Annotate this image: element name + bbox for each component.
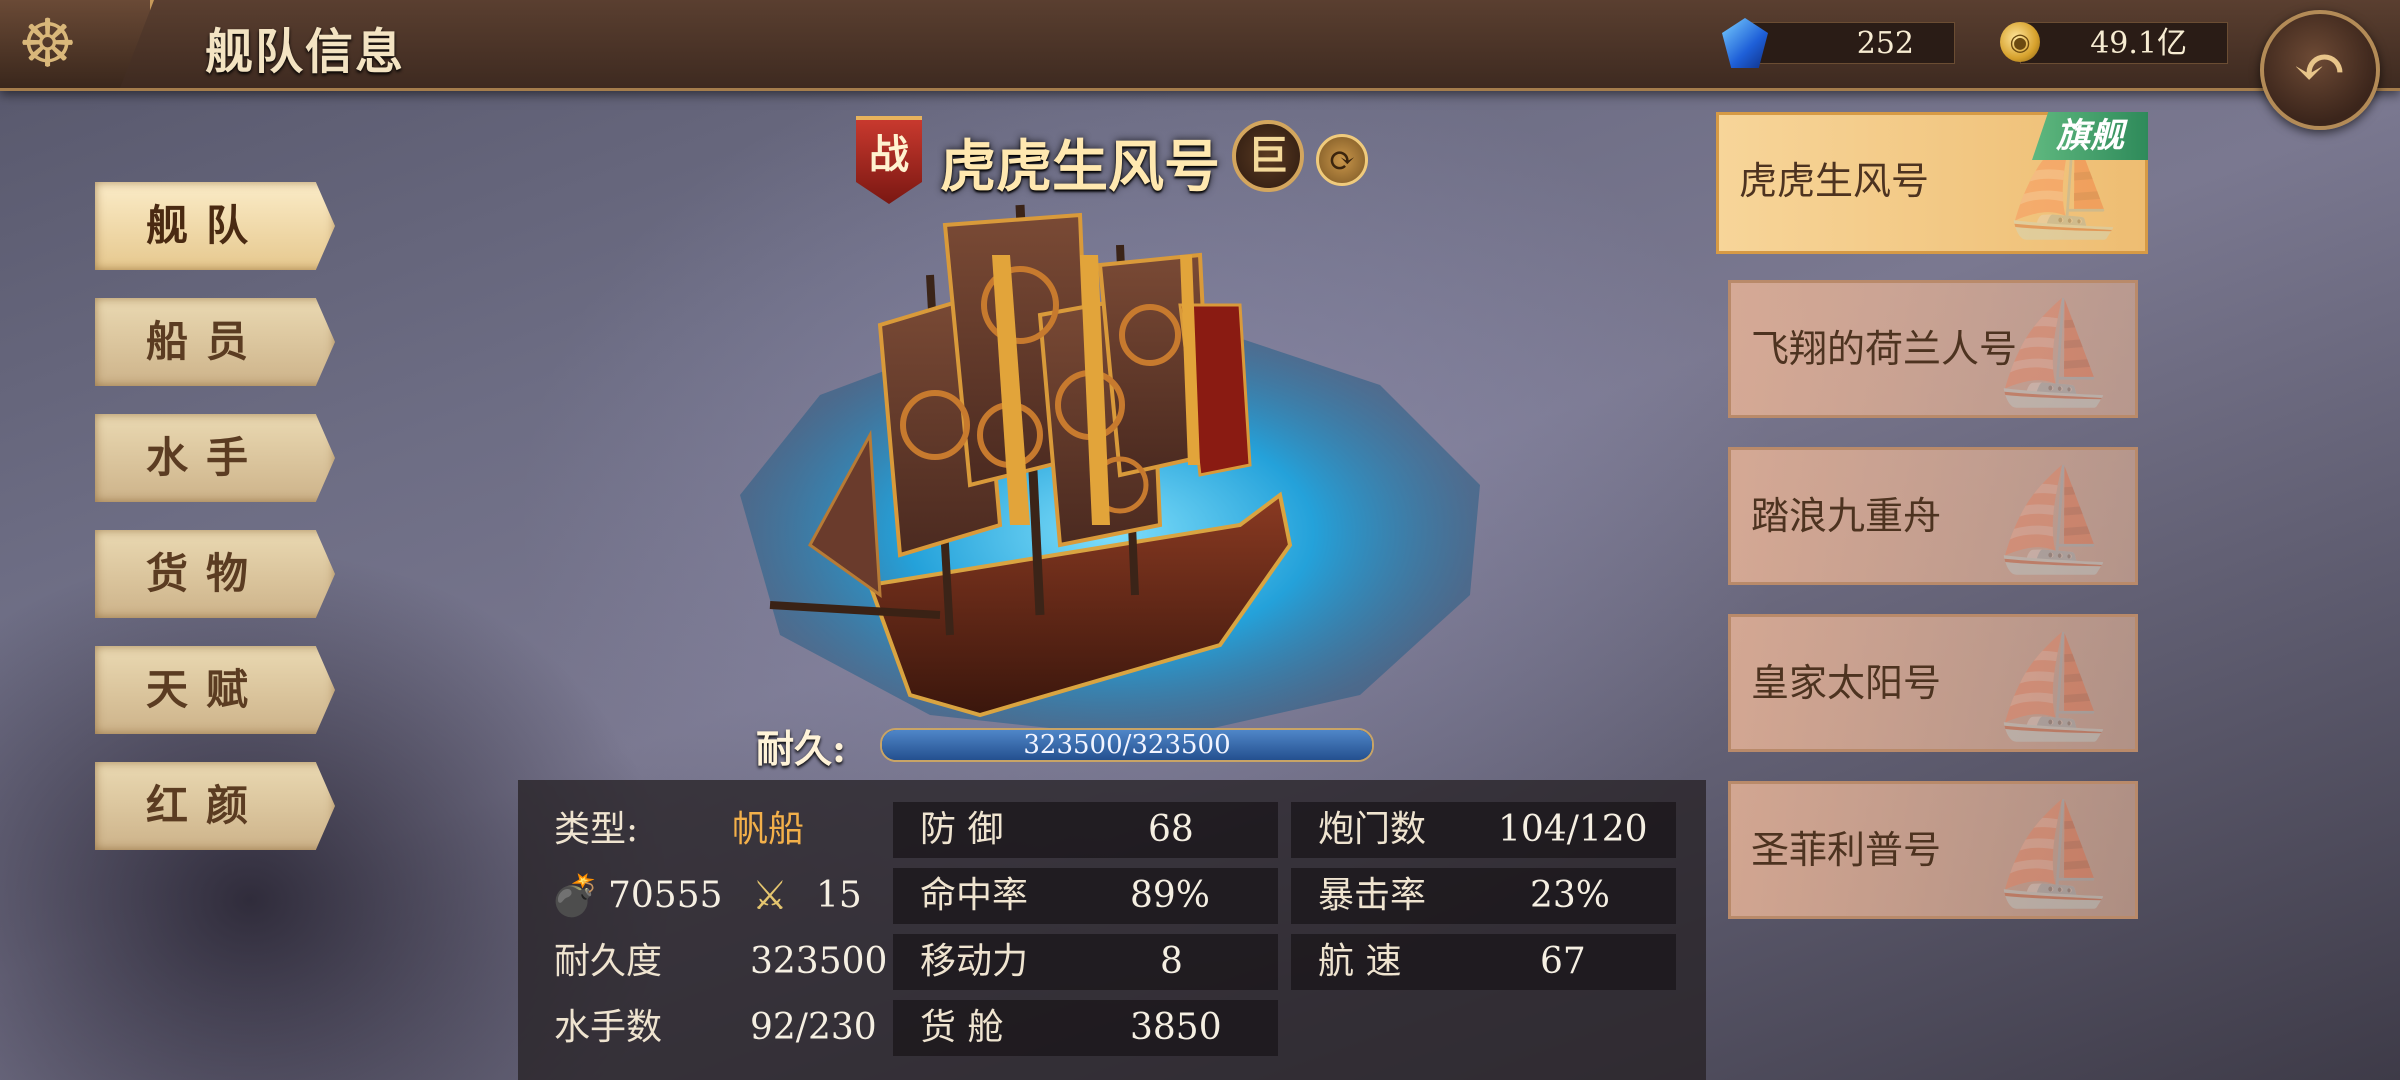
cargo-label: 货 舱 xyxy=(920,1007,1004,1048)
fleet-ship-name: 虎虎生风号 xyxy=(1739,159,1930,203)
flagship-tag: 旗舰 xyxy=(2032,112,2148,160)
ship-model xyxy=(740,204,1480,740)
ship-silhouette-icon: ⛵ xyxy=(1990,461,2115,578)
ship-wheel-icon: ☸ xyxy=(18,5,78,82)
war-badge: 战 xyxy=(856,116,922,204)
sailors-label: 水手数 xyxy=(554,1007,663,1048)
gem-counter[interactable]: 252 xyxy=(1750,22,1955,64)
hit-rate-label: 命中率 xyxy=(920,875,1029,916)
tab-cargo[interactable]: 货物 xyxy=(95,530,335,618)
stats-panel: 类型: 帆船 💣 70555 ⚔ 15 耐久度 323500 水手数 92/23… xyxy=(518,780,1706,1080)
switch-ship-icon[interactable]: ⟳ xyxy=(1316,134,1368,186)
gunports-value: 104/120 xyxy=(1498,809,1648,850)
ship-silhouette-icon: ⛵ xyxy=(1990,795,2115,912)
type-label: 类型: xyxy=(554,809,639,850)
fleet-ship-card[interactable]: ⛵ 飞翔的荷兰人号 xyxy=(1728,280,2138,418)
cannon-icon: 💣 xyxy=(550,873,600,919)
fleet-ship-name: 飞翔的荷兰人号 xyxy=(1751,327,2018,371)
move-value: 8 xyxy=(1160,941,1183,982)
tab-talent[interactable]: 天赋 xyxy=(95,646,335,734)
defense-label: 防 御 xyxy=(920,809,1004,850)
ship-silhouette-icon: ⛵ xyxy=(1990,628,2115,745)
tab-fleet[interactable]: 舰队 xyxy=(95,182,335,270)
crit-rate-value: 23% xyxy=(1530,875,1611,916)
durability-bar: 323500/323500 xyxy=(880,728,1374,762)
cannon-power: 70555 xyxy=(608,875,723,916)
fleet-ship-card[interactable]: ⛵ 踏浪九重舟 xyxy=(1728,447,2138,585)
melee-power: 15 xyxy=(816,875,862,916)
hit-rate-value: 89% xyxy=(1130,875,1211,916)
top-bar: ☸ 舰队信息 252 49.1亿 ◉ xyxy=(0,0,2400,91)
gold-coin-icon: ◉ xyxy=(2000,22,2040,62)
ship-name: 虎虎生风号 xyxy=(940,134,1220,200)
durability-stat-label: 耐久度 xyxy=(554,941,663,982)
sailors-value: 92/230 xyxy=(750,1007,877,1048)
fleet-ship-name: 圣菲利普号 xyxy=(1751,828,1942,872)
defense-value: 68 xyxy=(1148,809,1194,850)
cargo-value: 3850 xyxy=(1130,1007,1222,1048)
speed-label: 航 速 xyxy=(1318,941,1402,982)
durability-label: 耐久: xyxy=(756,726,847,771)
back-button[interactable]: ↶ xyxy=(2260,10,2380,130)
tab-crew[interactable]: 船员 xyxy=(95,298,335,386)
ship-size-badge: 巨 xyxy=(1232,120,1304,192)
tab-sailors[interactable]: 水手 xyxy=(95,414,335,502)
move-label: 移动力 xyxy=(920,941,1029,982)
crit-rate-label: 暴击率 xyxy=(1318,875,1427,916)
page-title: 舰队信息 xyxy=(205,24,406,80)
back-arrow-icon: ↶ xyxy=(2293,31,2347,105)
fleet-ship-name: 踏浪九重舟 xyxy=(1751,494,1942,538)
fleet-ship-name: 皇家太阳号 xyxy=(1751,661,1942,705)
tab-beauty[interactable]: 红颜 xyxy=(95,762,335,850)
gunports-label: 炮门数 xyxy=(1318,809,1427,850)
fleet-ship-card[interactable]: ⛵ 圣菲利普号 xyxy=(1728,781,2138,919)
gold-counter[interactable]: 49.1亿 xyxy=(2020,22,2228,64)
ship-wheel-badge: ☸ xyxy=(0,0,154,88)
speed-value: 67 xyxy=(1540,941,1586,982)
type-value: 帆船 xyxy=(732,809,805,850)
durability-text: 323500/323500 xyxy=(1023,730,1231,760)
fleet-ship-card[interactable]: ⛵ 皇家太阳号 xyxy=(1728,614,2138,752)
durability-stat-value: 323500 xyxy=(750,941,888,982)
crossed-swords-icon: ⚔ xyxy=(752,873,788,919)
